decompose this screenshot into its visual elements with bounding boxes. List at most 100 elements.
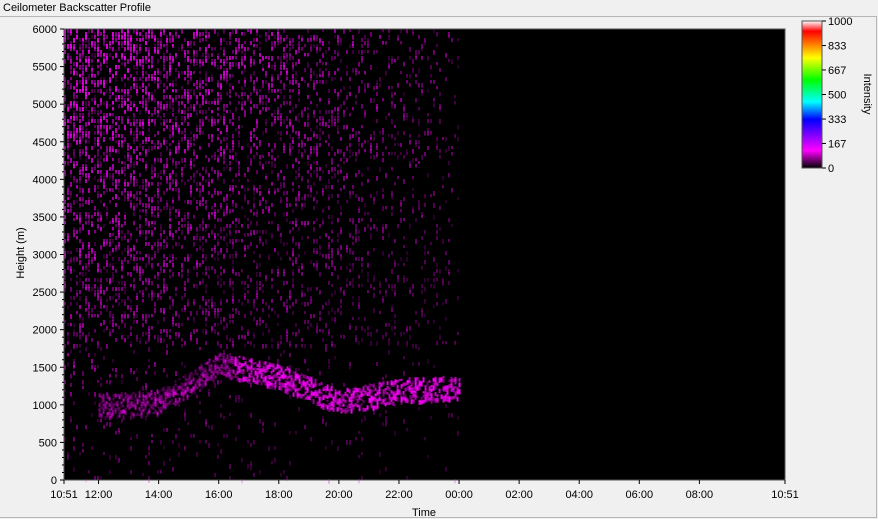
heat-cell xyxy=(130,371,132,375)
heat-cell xyxy=(109,89,111,94)
heat-cell xyxy=(148,38,150,42)
heat-cell xyxy=(409,134,411,138)
heat-cell xyxy=(145,281,147,285)
heat-cell xyxy=(358,275,360,279)
heat-cell xyxy=(151,146,153,151)
heat-cell xyxy=(73,62,75,67)
heat-cell xyxy=(364,317,366,321)
layer-cell xyxy=(330,407,333,411)
heat-cell xyxy=(139,233,141,238)
heat-cell xyxy=(214,65,216,69)
heat-cell xyxy=(367,50,369,54)
heat-cell xyxy=(283,47,285,52)
heat-cell xyxy=(289,290,291,294)
heat-cell xyxy=(316,62,318,67)
heat-cell xyxy=(157,173,159,178)
heat-cell xyxy=(187,302,189,307)
heat-cell xyxy=(178,272,180,277)
layer-cell xyxy=(106,412,109,416)
heat-cell xyxy=(94,188,96,193)
layer-cell xyxy=(124,411,127,415)
heat-cell xyxy=(178,35,180,39)
heat-cell xyxy=(376,191,378,196)
heat-cell xyxy=(70,260,72,264)
heat-cell xyxy=(73,437,75,442)
heat-cell xyxy=(433,191,435,196)
heat-cell xyxy=(352,191,354,195)
heat-cell xyxy=(133,83,135,87)
heat-cell xyxy=(208,119,210,123)
heat-cell xyxy=(199,203,201,207)
heat-cell xyxy=(205,311,207,316)
heat-cell xyxy=(256,245,258,249)
heat-cell xyxy=(295,206,297,210)
heat-cell xyxy=(100,101,102,106)
layer-cell xyxy=(154,404,157,407)
heat-cell xyxy=(361,338,363,343)
heat-cell xyxy=(403,155,405,159)
heat-cell xyxy=(292,272,294,277)
layer-cell xyxy=(262,372,265,376)
heat-cell xyxy=(193,329,195,334)
layer-cell xyxy=(112,409,115,414)
heat-cell xyxy=(433,320,435,324)
layer-cell xyxy=(324,388,327,392)
heat-cell xyxy=(427,89,429,93)
heat-cell xyxy=(238,335,240,340)
heat-cell xyxy=(298,59,300,64)
heat-cell xyxy=(163,29,165,33)
heat-cell xyxy=(73,164,75,169)
heat-cell xyxy=(232,242,234,246)
heat-cell xyxy=(265,80,267,84)
heat-cell xyxy=(439,119,441,124)
heat-cell xyxy=(235,203,237,208)
heat-cell xyxy=(103,137,105,142)
heat-cell xyxy=(76,32,78,36)
heat-cell xyxy=(319,122,321,127)
heat-cell xyxy=(229,119,231,124)
heat-cell xyxy=(418,83,420,88)
heat-cell xyxy=(85,140,87,144)
heat-cell xyxy=(283,101,285,106)
heat-cell xyxy=(352,284,354,288)
heat-cell xyxy=(169,233,171,237)
heat-cell xyxy=(331,185,333,190)
layer-cell xyxy=(286,381,289,385)
heat-cell xyxy=(289,395,291,399)
heat-cell xyxy=(256,296,258,300)
heat-cell xyxy=(223,137,225,142)
layer-cell xyxy=(110,404,113,407)
heat-cell xyxy=(76,293,78,297)
heat-cell xyxy=(184,149,186,154)
heat-cell xyxy=(253,305,255,309)
heat-cell xyxy=(70,314,72,319)
heat-cell xyxy=(448,218,450,223)
heat-cell xyxy=(367,83,369,88)
heat-cell xyxy=(100,110,102,114)
layer-cell xyxy=(184,374,187,377)
heat-cell xyxy=(292,182,294,187)
heat-cell xyxy=(127,230,129,235)
layer-cell xyxy=(120,404,123,408)
heat-cell xyxy=(415,311,417,315)
heat-cell xyxy=(253,191,255,196)
heat-cell xyxy=(97,476,99,480)
heat-cell xyxy=(130,146,132,150)
heat-cell xyxy=(193,236,195,241)
heat-cell xyxy=(136,197,138,201)
heat-cell xyxy=(202,98,204,102)
heat-cell xyxy=(340,299,342,304)
heat-cell xyxy=(73,134,75,138)
layer-cell xyxy=(276,375,279,379)
heat-cell xyxy=(337,164,339,168)
heat-cell xyxy=(322,41,324,46)
heat-cell xyxy=(211,47,213,51)
heat-cell xyxy=(268,209,270,214)
heat-cell xyxy=(223,212,225,217)
heat-cell xyxy=(340,287,342,291)
layer-cell xyxy=(192,377,195,382)
heat-cell xyxy=(181,47,183,52)
heat-cell xyxy=(283,149,285,154)
heat-cell xyxy=(70,287,72,292)
heat-cell xyxy=(370,284,372,289)
